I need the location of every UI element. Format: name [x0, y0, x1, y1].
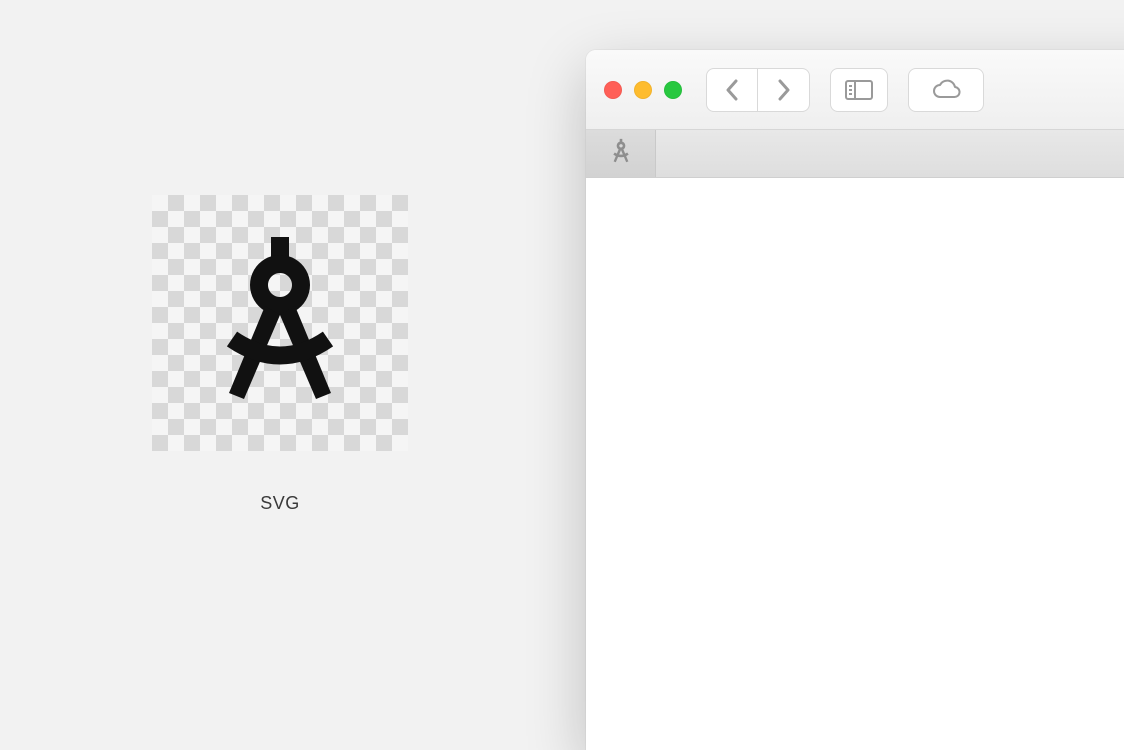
minimize-button[interactable] — [634, 81, 652, 99]
cloud-icon — [929, 79, 963, 101]
transparency-checkerboard — [152, 195, 408, 451]
zoom-button[interactable] — [664, 81, 682, 99]
tab-bar — [586, 130, 1124, 178]
nav-button-group — [706, 68, 810, 112]
sidebar-toggle-button[interactable] — [830, 68, 888, 112]
window-controls — [604, 81, 682, 99]
canvas[interactable] — [586, 178, 1124, 750]
app-window — [586, 50, 1124, 750]
preview-format-label: SVG — [260, 493, 300, 514]
tab-compass[interactable] — [586, 130, 656, 177]
forward-button[interactable] — [758, 68, 810, 112]
compass-icon — [205, 226, 355, 421]
back-button[interactable] — [706, 68, 758, 112]
compass-icon — [610, 138, 632, 169]
close-button[interactable] — [604, 81, 622, 99]
preview-panel: SVG — [150, 195, 410, 514]
cloud-button[interactable] — [908, 68, 984, 112]
chevron-left-icon — [725, 79, 739, 101]
tab-bar-empty — [656, 130, 1124, 177]
sidebar-toggle-icon — [845, 80, 873, 100]
chevron-right-icon — [777, 79, 791, 101]
titlebar — [586, 50, 1124, 130]
